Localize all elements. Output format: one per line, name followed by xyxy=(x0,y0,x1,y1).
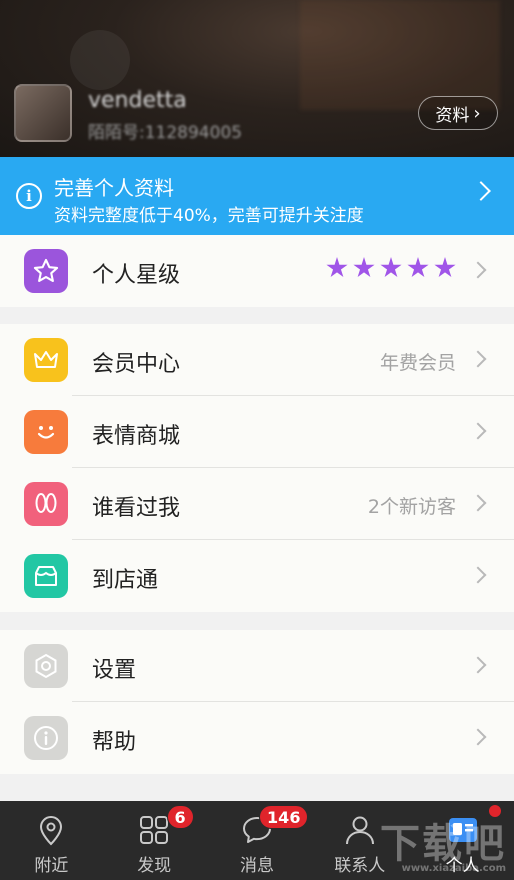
list-item-settings[interactable]: 设置 xyxy=(0,630,514,702)
store-icon xyxy=(24,554,68,598)
list-item-label: 设置 xyxy=(92,658,137,683)
username: vendetta xyxy=(88,88,187,113)
header-background-decoration xyxy=(300,0,500,110)
star-icon xyxy=(24,249,68,293)
list-item-label: 会员中心 xyxy=(92,352,181,377)
crown-icon xyxy=(24,338,68,382)
section-rating: 个人星级 xyxy=(0,235,514,307)
tab-messages[interactable]: 消息 146 xyxy=(206,801,309,880)
info-icon: i xyxy=(16,183,42,209)
list-item-label: 到店通 xyxy=(92,568,159,593)
chevron-right-icon: › xyxy=(473,102,481,124)
profile-header: vendetta 陌陌号:112894005 资料 › xyxy=(0,0,514,157)
chevron-right-icon xyxy=(471,181,491,201)
header-background-decoration xyxy=(70,30,130,90)
notification-badge: 146 xyxy=(259,805,309,829)
tab-discover[interactable]: 发现 6 xyxy=(103,801,206,880)
tab-label: 附近 xyxy=(34,856,69,876)
notification-badge: 6 xyxy=(166,805,194,829)
list-item-label: 帮助 xyxy=(92,730,137,755)
complete-profile-banner[interactable]: i 完善个人资料 资料完整度低于40%，完善可提升关注度 xyxy=(0,157,514,235)
tab-label: 消息 xyxy=(239,856,274,876)
avatar[interactable] xyxy=(14,84,72,142)
chevron-right-icon xyxy=(469,350,487,368)
chevron-right-icon xyxy=(469,261,487,279)
list-item-help[interactable]: 帮助 xyxy=(0,702,514,774)
user-id: 陌陌号:112894005 xyxy=(88,123,243,143)
list-item-vip-center[interactable]: 会员中心 年费会员 xyxy=(0,324,514,396)
list-item-visitors[interactable]: 谁看过我 2个新访客 xyxy=(0,468,514,540)
rating-star-icon xyxy=(380,257,402,278)
watermark-main: 下载吧 xyxy=(380,821,506,867)
list-item-sticker-store[interactable]: 表情商城 xyxy=(0,396,514,468)
banner-title: 完善个人资料 xyxy=(54,176,174,200)
section-services: 会员中心 年费会员 表情商城 谁看过我 2个新访客 到店通 xyxy=(0,324,514,612)
tab-nearby[interactable]: 附近 xyxy=(0,801,103,880)
list-item-label: 表情商城 xyxy=(92,424,181,449)
tab-label: 发现 xyxy=(137,856,172,876)
chevron-right-icon xyxy=(469,494,487,512)
rating-star-icon xyxy=(353,257,375,278)
chevron-right-icon xyxy=(469,656,487,674)
list-item-value: 年费会员 xyxy=(379,352,456,374)
rating-star-icon xyxy=(434,257,456,278)
list-item-star-rating[interactable]: 个人星级 xyxy=(0,235,514,307)
chevron-right-icon xyxy=(469,728,487,746)
list-item-label: 个人星级 xyxy=(92,263,181,288)
banner-subtitle: 资料完整度低于40%，完善可提升关注度 xyxy=(54,206,364,226)
star-rating xyxy=(326,257,456,279)
rating-star-icon xyxy=(407,257,429,278)
watermark: 下载吧 www.xiazaiba.com xyxy=(380,811,506,874)
list-item-label: 谁看过我 xyxy=(92,496,181,521)
settings-icon xyxy=(24,644,68,688)
profile-button-label: 资料 xyxy=(435,105,470,126)
profile-button[interactable]: 资料 › xyxy=(418,96,498,130)
smile-icon xyxy=(24,410,68,454)
rating-star-icon xyxy=(326,257,348,278)
location-pin-icon xyxy=(40,816,63,846)
list-item-value: 2个新访客 xyxy=(367,496,456,518)
section-system: 设置 帮助 xyxy=(0,630,514,774)
footprint-icon xyxy=(24,482,68,526)
list-item-store-pass[interactable]: 到店通 xyxy=(0,540,514,612)
chevron-right-icon xyxy=(469,566,487,584)
person-icon xyxy=(345,816,374,845)
help-icon xyxy=(24,716,68,760)
chevron-right-icon xyxy=(469,422,487,440)
